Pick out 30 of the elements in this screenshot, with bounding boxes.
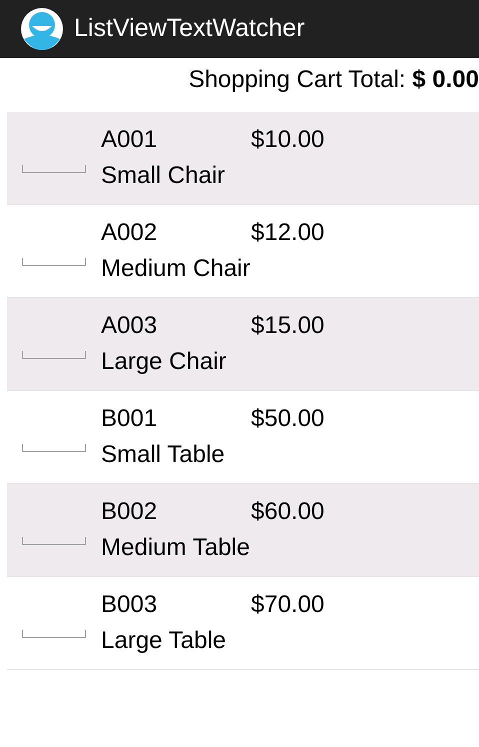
product-price: $50.00 [251,404,324,434]
product-name: Small Table [101,440,226,470]
product-name: Small Chair [101,161,226,191]
product-code: A001 [101,125,158,155]
quantity-field[interactable] [22,444,86,452]
product-name: Medium Table [101,533,251,563]
product-row[interactable]: A001 $10.00 Small Chair [7,112,479,205]
product-price: $10.00 [251,125,324,155]
app-title: ListViewTextWatcher [74,13,305,44]
product-row[interactable]: B002 $60.00 Medium Table [7,484,479,577]
product-code: B003 [101,590,158,620]
product-price: $70.00 [251,590,324,620]
product-code: A002 [101,218,158,248]
product-code: A003 [101,311,158,341]
quantity-field[interactable] [22,165,86,173]
quantity-field[interactable] [22,537,86,545]
product-row[interactable]: A003 $15.00 Large Chair [7,298,479,391]
product-price: $12.00 [251,218,324,248]
product-name: Large Table [101,626,227,656]
app-icon [20,7,64,51]
product-code: B002 [101,497,158,527]
product-code: B001 [101,404,158,434]
quantity-field[interactable] [22,258,86,266]
product-name: Large Chair [101,347,228,377]
product-price: $60.00 [251,497,324,527]
cart-total: Shopping Cart Total: $ 0.00 [188,65,479,95]
quantity-field[interactable] [22,351,86,359]
product-name: Medium Chair [101,254,252,284]
product-price: $15.00 [251,311,324,341]
quantity-field[interactable] [22,630,86,638]
